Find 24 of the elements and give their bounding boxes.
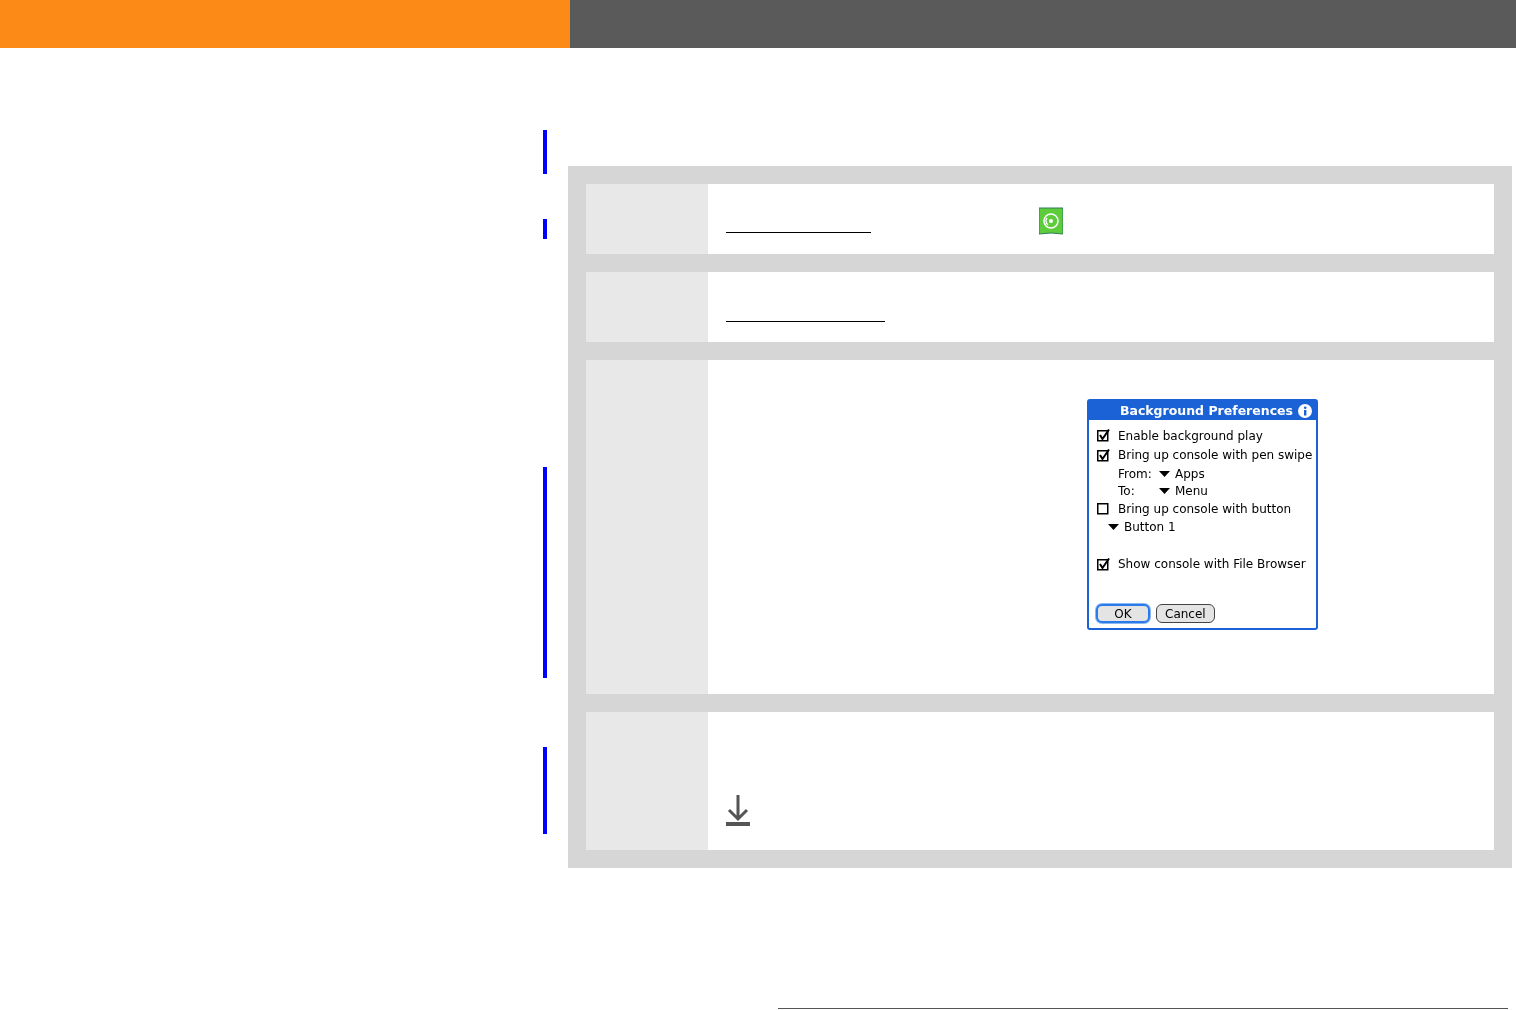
dropdown-label: To: xyxy=(1118,483,1136,498)
info-icon[interactable] xyxy=(1298,403,1312,418)
dropdown-trigger[interactable]: Apps xyxy=(1159,466,1205,481)
dropdown-trigger[interactable]: Menu xyxy=(1159,483,1208,498)
change-bar xyxy=(543,219,547,239)
checkbox[interactable] xyxy=(1097,502,1110,516)
dropdown-arrow-icon xyxy=(1159,487,1170,494)
checkbox-label: Enable background play xyxy=(1118,428,1263,443)
checkbox-label: Bring up console with pen swipe xyxy=(1118,448,1313,463)
dropdown-trigger[interactable]: Button 1 xyxy=(1108,520,1176,534)
dropdown-arrow-icon xyxy=(1108,524,1119,530)
checked-checkbox[interactable] xyxy=(1097,557,1110,571)
checked-checkbox[interactable] xyxy=(1097,448,1110,462)
dialog-title: Background Preferences xyxy=(1119,403,1293,418)
change-bar xyxy=(543,130,547,174)
download-arrow-icon xyxy=(726,795,750,826)
checkbox-label: Bring up console with button xyxy=(1118,501,1292,516)
disc-app-icon xyxy=(1039,207,1063,236)
dropdown-arrow-icon xyxy=(1159,470,1170,477)
ok-button[interactable]: OK xyxy=(1096,604,1150,623)
checked-checkbox[interactable] xyxy=(1097,429,1110,443)
cancel-button[interactable]: Cancel xyxy=(1156,604,1215,623)
dropdown-label: From: xyxy=(1118,466,1153,481)
checkbox-label: Show console with File Browser xyxy=(1118,557,1306,572)
